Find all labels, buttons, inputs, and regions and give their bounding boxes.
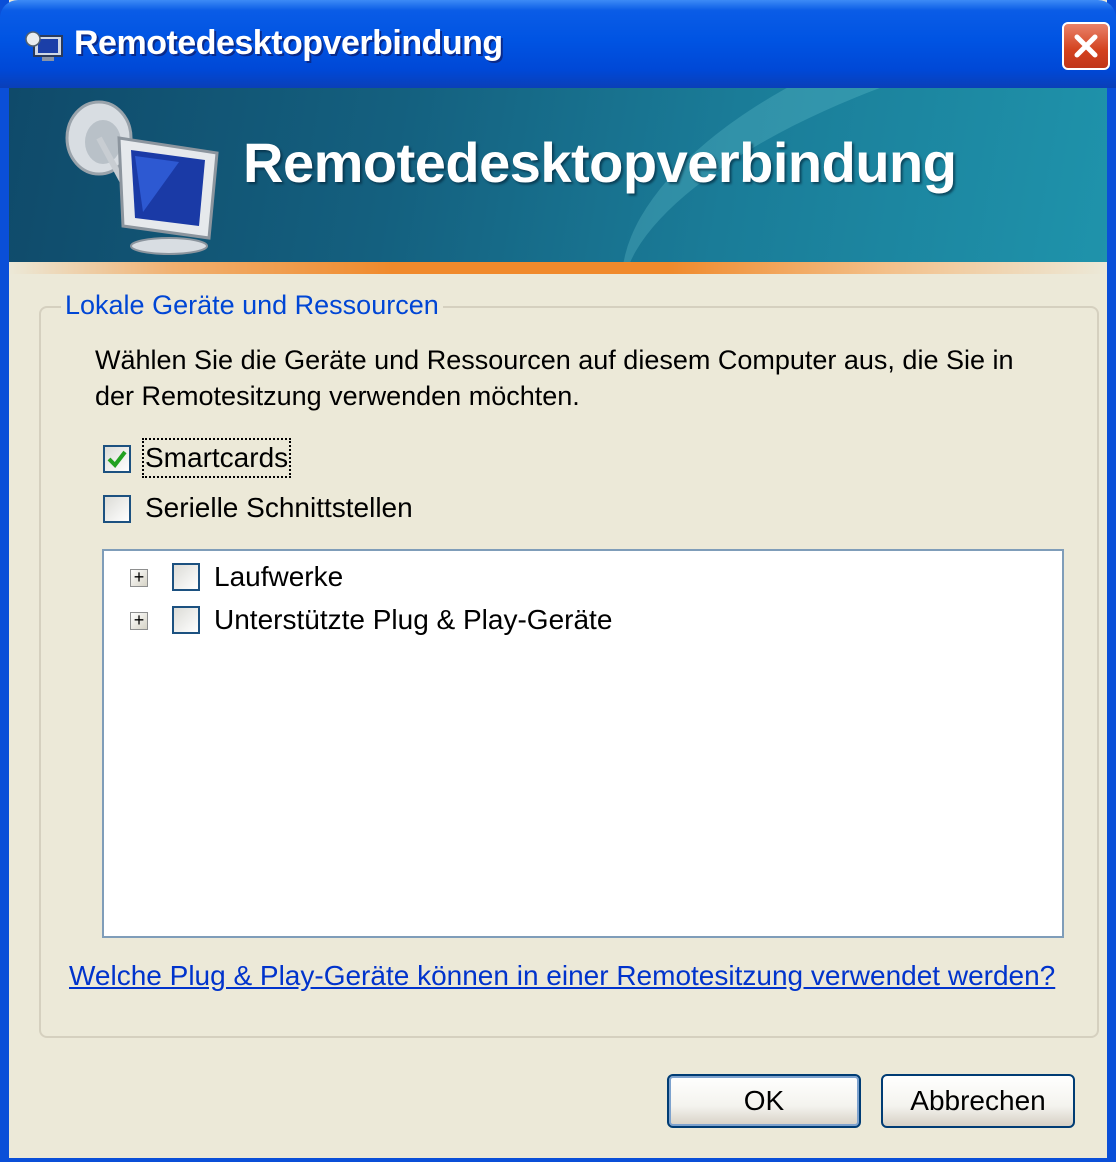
banner-accent-stripe xyxy=(9,262,1107,274)
help-link[interactable]: Welche Plug & Play-Geräte können in eine… xyxy=(69,960,1055,992)
close-button[interactable] xyxy=(1062,22,1110,70)
device-tree[interactable]: + Laufwerke + Unterstützte Plug & Play-G… xyxy=(102,549,1064,938)
banner-title: Remotedesktopverbindung xyxy=(243,131,957,194)
tree-item-pnp-devices[interactable]: Unterstützte Plug & Play-Geräte xyxy=(214,603,612,637)
group-legend: Lokale Geräte und Ressourcen xyxy=(61,290,443,321)
title-bar[interactable]: Remotedesktopverbindung xyxy=(0,0,1116,88)
remote-desktop-icon xyxy=(25,31,63,61)
ok-button[interactable]: OK xyxy=(667,1074,861,1128)
expand-plus-icon[interactable]: + xyxy=(130,611,148,630)
tree-item-checkbox-drives[interactable] xyxy=(172,563,200,591)
dialog-window: Remotedesktopverbindung Remotedesktopver… xyxy=(0,0,1116,1162)
checkmark-icon xyxy=(107,450,127,469)
tree-item-checkbox-pnp[interactable] xyxy=(172,606,200,634)
close-icon xyxy=(1074,34,1098,58)
smartcards-label[interactable]: Smartcards xyxy=(141,438,292,478)
tree-item-drives[interactable]: Laufwerke xyxy=(214,560,343,594)
header-banner: Remotedesktopverbindung xyxy=(9,88,1107,268)
group-description: Wählen Sie die Geräte und Ressourcen auf… xyxy=(95,345,1014,411)
remote-desktop-logo-icon xyxy=(65,100,219,255)
serial-ports-label[interactable]: Serielle Schnittstellen xyxy=(145,491,413,525)
expand-plus-icon[interactable]: + xyxy=(130,568,148,587)
cancel-button[interactable]: Abbrechen xyxy=(881,1074,1075,1128)
window-title: Remotedesktopverbindung xyxy=(74,24,503,62)
smartcards-checkbox[interactable] xyxy=(103,445,131,473)
serial-ports-checkbox[interactable] xyxy=(103,495,131,523)
